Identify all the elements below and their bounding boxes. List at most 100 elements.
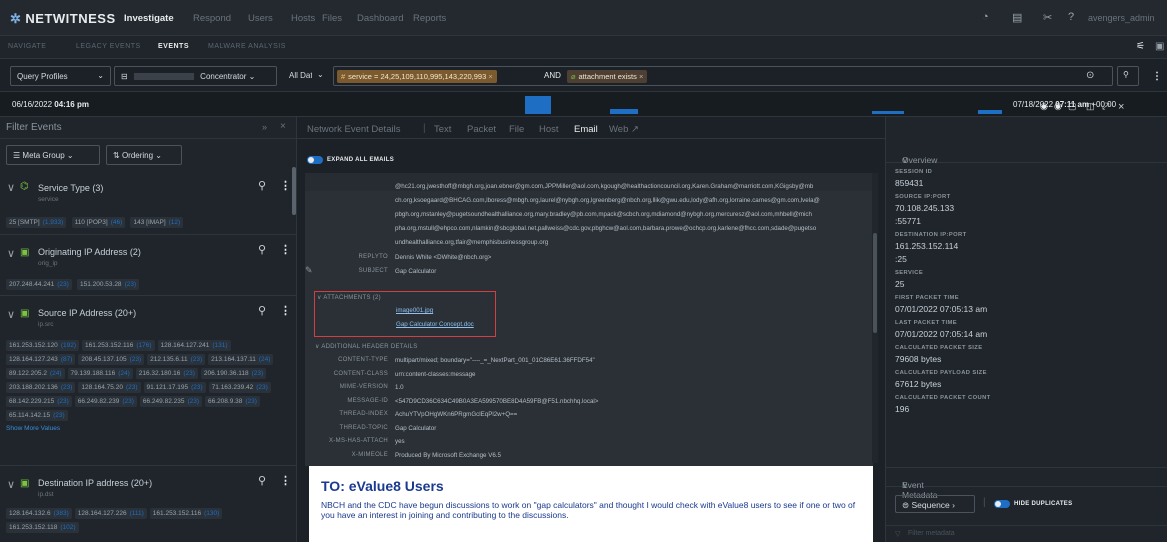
meta-value[interactable]: 128.164.75.20 (23): [78, 382, 141, 393]
tab-packet[interactable]: Packet: [467, 124, 496, 135]
chevron-down-icon[interactable]: ⌄: [312, 66, 332, 86]
meta-value[interactable]: 161.253.152.118 (102): [6, 522, 79, 533]
more-options-icon[interactable]: ⋮: [280, 474, 291, 487]
nav-users[interactable]: Users: [248, 13, 273, 24]
nav-reports[interactable]: Reports: [413, 13, 446, 24]
more-options-icon[interactable]: ⋮: [280, 179, 291, 192]
meta-value[interactable]: 128.164.127.241 (131): [157, 340, 231, 351]
scrollbar-thumb[interactable]: [873, 233, 877, 333]
close-icon[interactable]: ×: [280, 121, 286, 132]
meta-value[interactable]: 151.200.53.28 (23): [76, 279, 140, 290]
meta-value[interactable]: 143 [IMAP] (12): [130, 217, 184, 228]
filter-metadata-input[interactable]: ▽ Filter metadata: [886, 525, 1167, 542]
toggle-icon[interactable]: ◉: [1054, 101, 1062, 112]
search-button[interactable]: ⚲: [1117, 66, 1139, 86]
more-options-icon[interactable]: ⋮: [1152, 71, 1162, 82]
more-options-icon[interactable]: ⋮: [280, 243, 291, 256]
chevron-down-icon[interactable]: ∨: [7, 308, 15, 321]
meta-value[interactable]: 213.164.137.11 (24): [208, 354, 274, 365]
meta-key-title[interactable]: Service Type (3): [38, 183, 103, 193]
sequence-button[interactable]: ⊜ Sequence ›: [895, 495, 975, 513]
tools-icon[interactable]: ✂: [1043, 11, 1052, 24]
meta-key-title[interactable]: Originating IP Address (2): [38, 247, 141, 257]
meta-value[interactable]: 65.114.142.15 (23): [6, 410, 68, 421]
attachments-label[interactable]: ∨ ATTACHMENTS (2): [317, 294, 381, 301]
split-icon[interactable]: ◫: [1086, 101, 1095, 112]
filter-settings-icon[interactable]: ⚟: [1136, 41, 1145, 52]
close-icon[interactable]: ×: [488, 72, 492, 81]
hide-duplicates-toggle[interactable]: [994, 500, 1010, 508]
history-icon[interactable]: ⊙: [1086, 70, 1094, 81]
search-icon[interactable]: ⚲: [258, 474, 266, 487]
query-input[interactable]: # service = 24,25,109,110,995,143,220,993…: [333, 66, 1113, 86]
tab-email[interactable]: Email: [574, 124, 598, 135]
collapse-icon[interactable]: »: [262, 122, 267, 132]
search-icon[interactable]: ⚲: [258, 243, 266, 256]
subnav-events[interactable]: EVENTS: [158, 43, 189, 50]
attachment-link[interactable]: image001.jpg: [396, 307, 433, 314]
nav-dashboard[interactable]: Dashboard: [357, 13, 403, 24]
expand-all-toggle[interactable]: [307, 156, 323, 164]
meta-value[interactable]: 91.121.17.195 (23): [143, 382, 206, 393]
panel-icon[interactable]: ▣: [1155, 41, 1164, 52]
timeline[interactable]: 06/16/2022 04:16 pm 07/18/2022 07:11 am …: [0, 91, 1167, 117]
search-icon[interactable]: ⚲: [258, 304, 266, 317]
meta-value[interactable]: 25 [SMTP] (1,933): [6, 217, 67, 228]
meta-value[interactable]: 128.164.127.243 (87): [6, 354, 76, 365]
meta-group-dropdown[interactable]: ☰ Meta Group ⌄: [6, 145, 100, 165]
meta-value[interactable]: 161.253.152.116 (130): [149, 508, 223, 519]
meta-value[interactable]: 128.164.132.6 (383): [6, 508, 72, 519]
attachment-link[interactable]: Gap Calculator Concept.doc: [396, 321, 474, 328]
meta-value[interactable]: 66.249.82.239 (23): [74, 396, 137, 407]
toggle-icon[interactable]: ◉: [1040, 101, 1048, 112]
meta-value[interactable]: 161.253.152.116 (176): [82, 340, 155, 351]
meta-value[interactable]: 66.208.9.38 (23): [205, 396, 260, 407]
meta-value[interactable]: 79.139.188.116 (24): [67, 368, 133, 379]
meta-value[interactable]: 206.190.36.118 (23): [200, 368, 267, 379]
query-pill-attachment[interactable]: ⌀ attachment exists ×: [567, 70, 648, 83]
tab-file[interactable]: File: [509, 124, 524, 135]
expand-icon[interactable]: ⤢: [1102, 101, 1109, 112]
ordering-dropdown[interactable]: ⇅ Ordering ⌄: [106, 145, 182, 165]
search-icon[interactable]: ⚲: [258, 179, 266, 192]
meta-value[interactable]: 203.188.202.136 (23): [6, 382, 76, 393]
chevron-down-icon[interactable]: ∨: [7, 181, 15, 194]
meta-value[interactable]: 216.32.180.16 (23): [135, 368, 198, 379]
subnav-legacy-events[interactable]: LEGACY EVENTS: [76, 43, 141, 50]
meta-value[interactable]: 71.163.239.42 (23): [208, 382, 271, 393]
nav-hosts[interactable]: Hosts: [291, 13, 315, 24]
meta-value[interactable]: 68.142.229.215 (23): [6, 396, 72, 407]
tab-network-event-details[interactable]: Network Event Details: [307, 124, 400, 135]
nav-respond[interactable]: Respond: [193, 13, 231, 24]
panel-icon[interactable]: ▢: [1068, 101, 1077, 112]
meta-value[interactable]: 208.45.137.105 (23): [78, 354, 145, 365]
meta-key-title[interactable]: Source IP Address (20+): [38, 308, 136, 318]
user-menu[interactable]: avengers_admin: [1088, 13, 1155, 23]
chevron-down-icon[interactable]: ∨: [7, 478, 15, 491]
help-icon[interactable]: ?: [1068, 11, 1074, 23]
meta-value[interactable]: 89.122.205.2 (24): [6, 368, 65, 379]
query-profiles-dropdown[interactable]: Query Profiles ⌄: [10, 66, 111, 86]
more-options-icon[interactable]: ⋮: [280, 304, 291, 317]
nav-files[interactable]: Files: [322, 13, 342, 24]
event-metadata-header[interactable]: ∨ Event Metadata: [886, 467, 1167, 500]
close-icon[interactable]: ×: [639, 72, 643, 81]
tab-text[interactable]: Text: [434, 124, 451, 135]
meta-key-title[interactable]: Destination IP address (20+): [38, 478, 152, 488]
email-scrollbar[interactable]: [872, 173, 878, 463]
tab-host[interactable]: Host: [539, 124, 559, 135]
meta-value[interactable]: 66.249.82.235 (23): [139, 396, 203, 407]
meta-value[interactable]: 212.135.6.11 (23): [147, 354, 206, 365]
overview-header[interactable]: ∨ Overview: [886, 143, 1167, 165]
subnav-navigate[interactable]: NAVIGATE: [8, 43, 46, 50]
scrollbar-thumb[interactable]: [292, 167, 296, 215]
notification-icon[interactable]: ◔: [982, 11, 989, 23]
document-icon[interactable]: ▤: [1012, 11, 1022, 24]
show-more-values-link[interactable]: Show More Values: [6, 425, 291, 432]
chevron-down-icon[interactable]: ∨: [7, 247, 15, 260]
concentrator-dropdown[interactable]: ⊟ Concentrator ⌄: [114, 66, 277, 86]
tab-web[interactable]: Web ↗: [609, 124, 639, 135]
meta-value[interactable]: 161.253.152.120 (192): [6, 340, 79, 351]
meta-value[interactable]: 207.248.44.241 (23): [6, 279, 72, 290]
meta-value[interactable]: 128.164.127.226 (111): [74, 508, 147, 519]
